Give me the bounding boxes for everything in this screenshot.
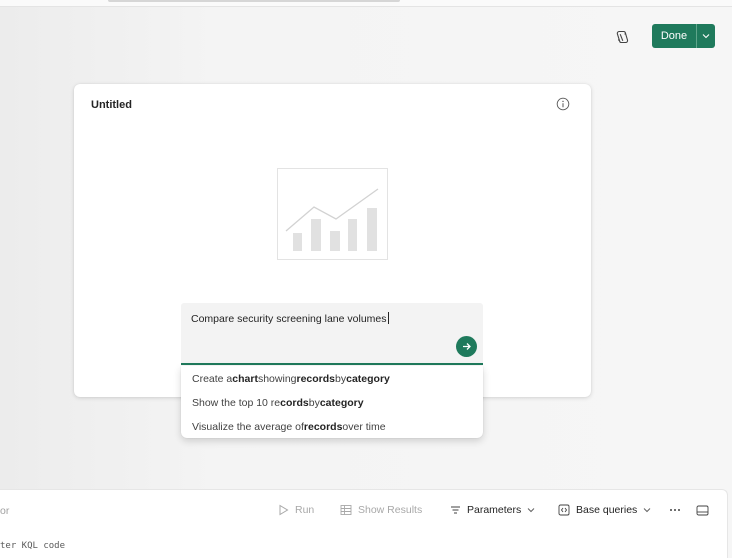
play-icon [279,504,289,516]
done-options-button[interactable] [696,24,715,48]
more-options-button[interactable] [669,502,681,518]
chevron-down-icon [702,34,710,39]
done-split-button: Done [652,24,715,48]
suggestion-text: over time [342,421,386,433]
more-horizontal-icon [670,509,680,511]
done-button[interactable]: Done [652,24,696,48]
copilot-button[interactable] [610,26,634,48]
text-cursor [387,312,389,324]
scrollbar-thumb[interactable] [108,0,400,2]
suggestion-keyword: cords [280,397,309,409]
info-button[interactable] [556,97,570,111]
suggestion-keyword: records [296,373,336,385]
suggestion-text: Show the top 10 re [192,397,281,409]
kql-editor-placeholder[interactable]: ter KQL code [0,541,65,551]
parameters-button[interactable]: Parameters [450,502,535,518]
chart-illustration-icon [285,188,379,251]
show-results-label: Show Results [358,504,423,516]
suggestion-text: by [308,397,320,409]
chevron-down-icon [643,508,651,513]
panel-bottom-icon [696,505,709,515]
parameters-label: Parameters [467,504,522,516]
send-button[interactable] [456,336,477,357]
base-queries-label: Base queries [576,504,638,516]
run-button[interactable]: Run [278,502,314,518]
suggestion-item[interactable]: Create a chart showing records by catego… [181,367,483,391]
suggestion-keyword: chart [232,373,258,385]
info-icon [556,97,570,111]
top-scrollbar[interactable] [0,0,732,7]
base-queries-button[interactable]: Base queries [558,502,651,518]
card-title: Untitled [91,99,132,111]
copilot-prompt-input[interactable]: Compare security screening lane volumes [181,303,483,365]
query-editor-panel: or Run Show Results Parameters Base quer… [0,489,728,558]
toggle-panel-button[interactable] [696,502,709,518]
suggestion-text: Visualize the average of [192,421,304,433]
filter-icon [451,506,460,514]
suggestion-item[interactable]: Visualize the average of records over ti… [181,415,483,439]
chevron-down-icon [527,508,535,513]
empty-chart-placeholder [277,168,388,260]
suggestion-keyword: records [303,421,343,433]
show-results-button[interactable]: Show Results [340,502,422,518]
table-icon [340,505,352,515]
run-label: Run [295,504,315,516]
editor-label: or [0,505,10,517]
arrow-right-icon [463,343,471,350]
suggestion-text: Create a [192,373,233,385]
copilot-icon [616,30,629,44]
suggestions-dropdown: Create a chart showing records by catego… [181,366,483,438]
base-query-icon [558,504,570,516]
suggestion-keyword: category [319,397,364,409]
suggestion-item[interactable]: Show the top 10 re cords by category [181,391,483,415]
suggestion-text: showing [257,373,297,385]
suggestion-text: by [335,373,347,385]
suggestion-keyword: category [346,373,390,385]
prompt-text[interactable]: Compare security screening lane volumes [191,312,389,325]
